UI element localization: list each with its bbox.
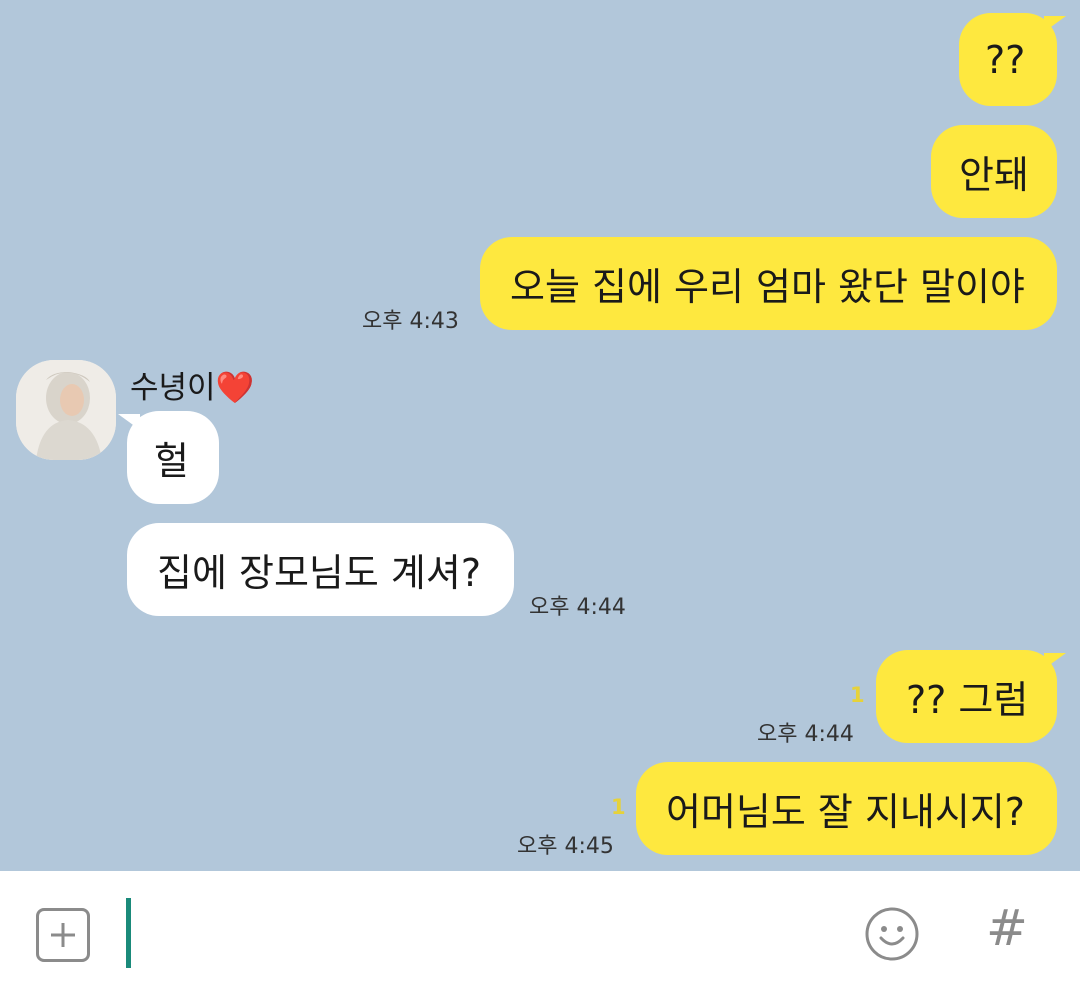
my-message-bubble[interactable]: 안돼 (931, 125, 1057, 218)
their-message-bubble[interactable]: 헐 (127, 411, 219, 504)
bubble-tail (118, 414, 140, 430)
message-text: ?? (985, 37, 1026, 82)
hashtag-button[interactable]: # (986, 899, 1028, 957)
message-time: 오후 4:44 (757, 722, 854, 747)
my-message-bubble[interactable]: ?? (959, 13, 1057, 106)
message-time: 오후 4:44 (529, 595, 626, 620)
emoji-icon (865, 907, 919, 961)
message-text: 오늘 집에 우리 엄마 왔단 말이야 (510, 265, 1025, 309)
emoji-button[interactable] (864, 906, 920, 962)
bubble-tail (1044, 16, 1066, 32)
message-text: 헐 (154, 439, 189, 483)
message-input-bar: # (0, 871, 1080, 997)
plus-icon (51, 923, 75, 947)
my-message-bubble[interactable]: ?? 그럼 (876, 650, 1057, 743)
message-text: 안돼 (959, 153, 1029, 197)
bubble-tail (1044, 653, 1066, 669)
my-message-bubble[interactable]: 어머님도 잘 지내시지? (636, 762, 1057, 855)
heart-icon: ❤️ (215, 370, 255, 406)
unread-count: 1 (611, 795, 626, 819)
message-time: 오후 4:45 (517, 834, 614, 859)
message-text: 어머님도 잘 지내시지? (666, 790, 1025, 834)
message-time: 오후 4:43 (362, 309, 459, 334)
avatar-image (16, 360, 116, 460)
sender-name: 수녕이❤️ (130, 362, 254, 407)
attach-button[interactable] (36, 908, 90, 962)
my-message-bubble[interactable]: 오늘 집에 우리 엄마 왔단 말이야 (480, 237, 1057, 330)
message-text: 집에 장모님도 계셔? (157, 551, 482, 595)
message-text: ?? 그럼 (906, 678, 1029, 722)
sender-name-text: 수녕이 (130, 370, 216, 406)
unread-count: 1 (850, 683, 865, 707)
avatar[interactable] (16, 360, 116, 460)
their-message-bubble[interactable]: 집에 장모님도 계셔? (127, 523, 514, 616)
message-input[interactable] (126, 898, 131, 968)
